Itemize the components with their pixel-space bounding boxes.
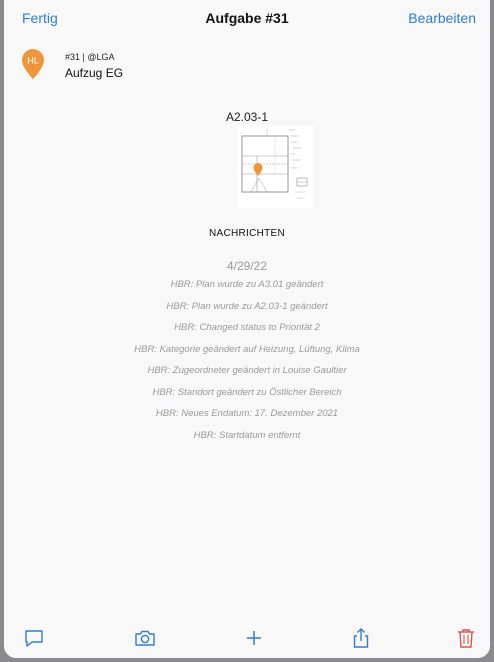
- message-item: HBR: Standort geändert zu Östlicher Bere…: [152, 386, 342, 398]
- task-sheet: Fertig Aufgabe #31 Bearbeiten HL #31 | @…: [4, 0, 490, 658]
- task-meta: #31 | @LGA: [65, 52, 115, 62]
- message-list: HBR: Plan wurde zu A3.01 geändert HBR: P…: [4, 277, 490, 449]
- message-item: HBR: Plan wurde zu A3.01 geändert: [170, 279, 324, 290]
- message-item: HBR: Zugeordneter geändert in Louise Gau…: [147, 365, 347, 376]
- trash-icon[interactable]: [454, 626, 478, 650]
- message-item: HBR: Kategorie geändert auf Heizung, Lüf…: [134, 343, 360, 355]
- message-item: HBR: Neues Endatum: 17. Dezember 2021: [155, 408, 339, 419]
- message-item: HBR: Startdatum entfernt: [193, 429, 301, 441]
- plan-title: A2.03-1: [225, 110, 269, 124]
- plus-icon[interactable]: [242, 626, 266, 650]
- messages-section-title: NACHRICHTEN: [208, 228, 286, 239]
- camera-icon[interactable]: [133, 626, 157, 650]
- bottom-toolbar: [4, 620, 490, 656]
- floor-plan-thumbnail[interactable]: [237, 126, 313, 208]
- messages-date: 4/29/22: [226, 259, 268, 273]
- message-item: HBR: Plan wurde zu A2.03-1 geändert: [166, 300, 328, 312]
- comment-icon[interactable]: [22, 626, 46, 650]
- task-name: Aufzug EG: [65, 66, 124, 80]
- share-icon[interactable]: [349, 626, 373, 650]
- avatar-initials: HL: [27, 56, 39, 66]
- navigation-bar: Fertig Aufgabe #31 Bearbeiten: [4, 0, 490, 36]
- edit-button[interactable]: Bearbeiten: [408, 10, 476, 26]
- task-header: HL #31 | @LGA Aufzug EG: [4, 44, 490, 88]
- message-item: HBR: Changed status to Priorität 2: [174, 322, 320, 333]
- avatar-pin-icon: HL: [22, 49, 44, 79]
